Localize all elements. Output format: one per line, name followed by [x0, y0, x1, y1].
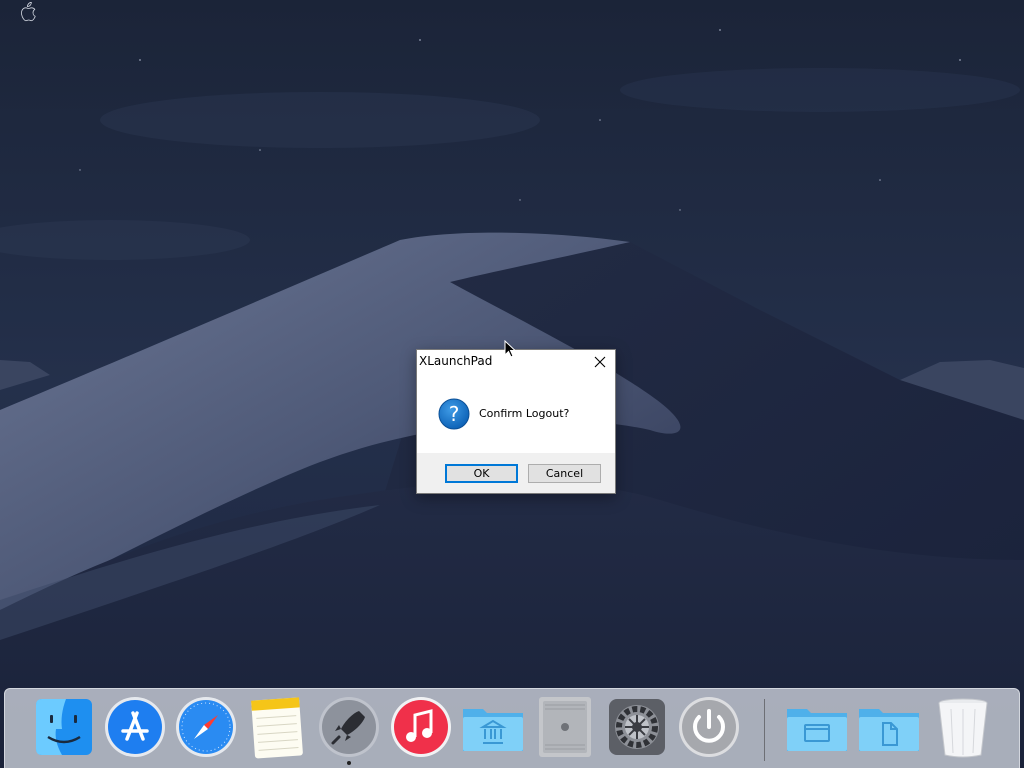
dock — [4, 688, 1020, 768]
documents-folder-icon — [859, 709, 919, 751]
close-icon[interactable] — [591, 353, 609, 371]
desktop-folder-icon — [787, 709, 847, 751]
dock-item-trash[interactable] — [931, 695, 995, 759]
launchpad-rocket-icon — [319, 697, 379, 757]
dock-item-launchpad[interactable] — [317, 695, 381, 759]
dock-item-music[interactable] — [389, 695, 453, 759]
finder-icon — [36, 699, 92, 755]
launchpad-running-indicator — [347, 761, 351, 765]
dialog-body: ? Confirm Logout? — [417, 374, 615, 453]
mouse-cursor-icon — [504, 340, 516, 358]
safari-icon — [176, 697, 236, 757]
logout-confirm-dialog: XLaunchPad ? Confirm Logout? OK Cancel — [416, 349, 616, 494]
svg-text:?: ? — [449, 402, 460, 426]
dialog-message: Confirm Logout? — [479, 407, 570, 420]
dialog-footer: OK Cancel — [417, 453, 615, 493]
dock-separator — [764, 699, 765, 761]
dialog-title: XLaunchPad — [419, 354, 493, 368]
notes-icon — [251, 697, 303, 759]
ok-button[interactable]: OK — [445, 464, 518, 483]
music-icon — [391, 697, 451, 757]
trash-icon — [938, 698, 988, 758]
app-store-icon — [105, 697, 165, 757]
dock-item-notes[interactable] — [245, 695, 309, 759]
mac-pro-icon — [539, 697, 591, 757]
dock-item-safari[interactable] — [174, 695, 238, 759]
dock-item-mac-pro[interactable] — [533, 695, 597, 759]
dock-item-desktop-folder[interactable] — [785, 695, 849, 759]
dock-item-system-preferences[interactable] — [605, 695, 669, 759]
applications-folder-icon — [463, 709, 523, 751]
dock-item-power[interactable] — [677, 695, 741, 759]
dock-item-finder[interactable] — [32, 695, 96, 759]
dialog-titlebar[interactable]: XLaunchPad — [417, 350, 615, 374]
question-icon: ? — [438, 398, 470, 430]
power-icon — [679, 697, 739, 757]
cancel-button[interactable]: Cancel — [528, 464, 601, 483]
apple-logo-icon[interactable] — [18, 2, 36, 22]
dock-item-app-store[interactable] — [103, 695, 167, 759]
gear-icon — [609, 699, 665, 755]
dock-item-documents-folder[interactable] — [857, 695, 921, 759]
dock-item-applications-folder[interactable] — [461, 695, 525, 759]
